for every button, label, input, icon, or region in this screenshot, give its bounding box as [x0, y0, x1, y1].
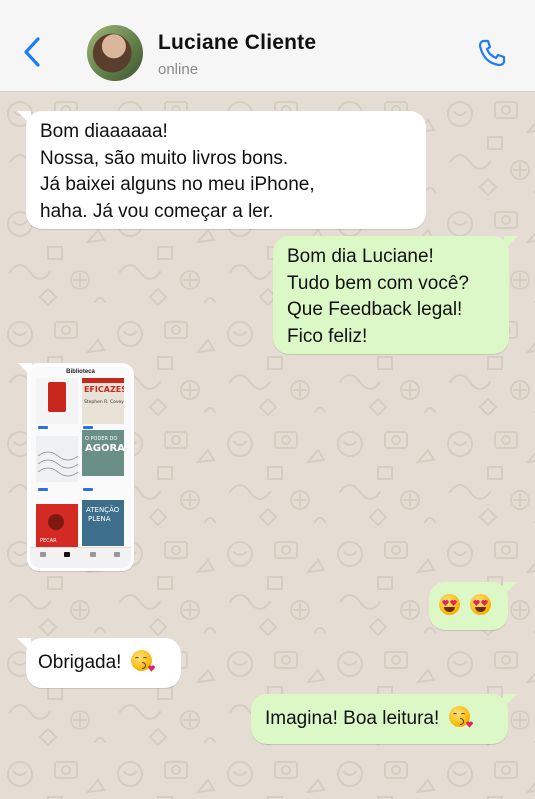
message-text: Bom diaaaaaa! — [40, 121, 168, 142]
book-cover: PECAR — [36, 504, 78, 550]
library-screenshot-image[interactable]: Biblioteca EFICAZES Stephen R. Covey O P… — [30, 366, 131, 568]
heart-eyes-emoji-icon — [470, 594, 492, 615]
book-title: PLENA — [88, 515, 111, 523]
message-text: Já baixei alguns no meu iPhone, — [40, 174, 315, 195]
chat-header: Luciane Cliente online — [0, 0, 535, 92]
message-text: Nossa, são muito livros bons. — [40, 147, 289, 169]
book-cover — [36, 436, 78, 482]
message-bubble-outgoing[interactable]: Bom dia Luciane! Tudo bem com você? Que … — [273, 236, 518, 354]
avatar[interactable] — [87, 25, 143, 81]
book-title: AGORA — [85, 443, 124, 454]
message-bubble-outgoing[interactable] — [429, 582, 517, 630]
kissing-face-emoji-icon — [448, 706, 473, 728]
book-cover: EFICAZES Stephen R. Covey — [82, 378, 124, 424]
phone-icon — [478, 39, 506, 67]
library-screen-title: Biblioteca — [66, 369, 95, 375]
message-text: Imagina! Boa leitura! — [265, 708, 440, 729]
book-title: EFICAZES — [84, 385, 124, 394]
message-bubble-incoming[interactable]: Bom diaaaaaa! Nossa, são muito livros bo… — [17, 111, 426, 229]
message-text: Tudo bem com você? — [287, 272, 469, 294]
book-title: ATENÇÃO — [86, 506, 120, 514]
message-text: haha. Já vou começar a ler. — [40, 200, 274, 222]
message-text: Obrigada! — [38, 652, 122, 673]
book-title: PECAR — [40, 538, 57, 544]
message-bubble-incoming[interactable]: Obrigada! — [17, 638, 181, 688]
message-bubble-outgoing[interactable]: Imagina! Boa leitura! — [251, 694, 517, 744]
book-cover: O PODER DO AGORA — [82, 430, 124, 476]
kissing-face-emoji-icon — [130, 650, 155, 672]
contact-name[interactable]: Luciane Cliente — [158, 31, 316, 55]
heart-eyes-emoji-icon — [439, 594, 460, 615]
book-cover: ATENÇÃO PLENA — [82, 500, 124, 546]
back-button[interactable] — [18, 34, 48, 70]
call-button[interactable] — [476, 37, 508, 69]
message-text: Que Feedback legal! — [287, 299, 463, 320]
tab-bar — [30, 547, 131, 568]
message-image-bubble[interactable]: Biblioteca EFICAZES Stephen R. Covey O P… — [18, 363, 134, 571]
chevron-left-icon — [24, 37, 40, 67]
message-text: Bom dia Luciane! — [287, 246, 434, 267]
book-title: O PODER DO — [85, 436, 118, 442]
message-text: Fico feliz! — [287, 325, 368, 347]
contact-status: online — [158, 61, 199, 78]
book-cover — [36, 378, 78, 424]
book-author: Stephen R. Covey — [84, 400, 124, 405]
